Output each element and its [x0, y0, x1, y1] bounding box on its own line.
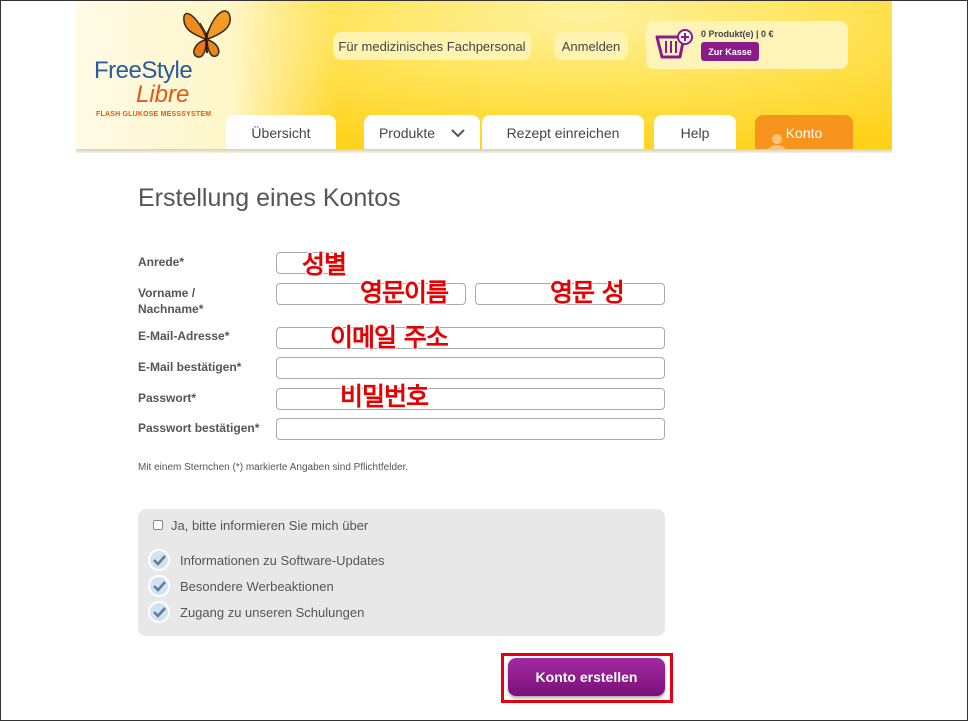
password-label: Passwort* [138, 391, 197, 405]
salutation-label: Anrede* [138, 255, 185, 269]
check-circle-icon [148, 601, 170, 623]
password-confirm-input[interactable] [276, 418, 665, 440]
chevron-down-icon[interactable] [451, 125, 465, 141]
logo-subtitle: FLASH GLUKOSE MESSSYSTEM [96, 111, 212, 118]
cart-summary: 0 Produkt(e) | 0 € [701, 29, 774, 39]
name-label: Vorname / Nachname* [138, 285, 203, 317]
check-circle-icon [148, 549, 170, 571]
newsletter-checkbox-label[interactable]: Ja, bitte informieren Sie mich über [171, 518, 368, 533]
cart-widget: 0 Produkt(e) | 0 € Zur Kasse [646, 21, 848, 69]
checkout-button[interactable]: Zur Kasse [701, 42, 759, 61]
email-confirm-label: E-Mail bestätigen* [138, 360, 242, 374]
email-label: E-Mail-Adresse* [138, 329, 230, 343]
list-item: Zugang zu unseren Schulungen [148, 601, 364, 623]
list-item: Besondere Werbeaktionen [148, 575, 334, 597]
professional-link[interactable]: Für medizinisches Fachpersonal [333, 32, 531, 60]
site-header: FreeStyle Libre FLASH GLUKOSE MESSSYSTEM… [76, 1, 892, 151]
name-label-line2: Nachname* [138, 302, 204, 316]
tab-products[interactable]: Produkte [364, 115, 480, 151]
newsletter-panel: Ja, bitte informieren Sie mich über Info… [138, 509, 665, 636]
annotation-salutation: 성별 [302, 250, 347, 279]
list-item: Informationen zu Software-Updates [148, 549, 385, 571]
email-confirm-input[interactable] [276, 357, 665, 379]
tab-prescription[interactable]: Rezept einreichen [482, 115, 644, 151]
newsletter-item-label: Zugang zu unseren Schulungen [180, 604, 365, 620]
newsletter-item-label: Besondere Werbeaktionen [180, 578, 334, 594]
newsletter-item-label: Informationen zu Software-Updates [180, 552, 385, 568]
annotation-email: 이메일 주소 [330, 323, 449, 352]
logo-freestyle-text: FreeStyle [94, 57, 193, 84]
password-input[interactable] [276, 388, 665, 410]
tab-overview[interactable]: Übersicht [226, 115, 336, 151]
header-divider [76, 149, 892, 153]
page-title: Erstellung eines Kontos [138, 184, 401, 212]
tab-overview-label: Übersicht [251, 125, 311, 141]
tab-account-label: Konto [785, 125, 823, 141]
annotation-last-name: 영문 성 [550, 278, 625, 307]
name-label-line1: Vorname / [138, 286, 196, 300]
newsletter-checkbox[interactable] [153, 520, 163, 530]
login-button[interactable]: Anmelden [554, 32, 628, 60]
freestyle-libre-logo[interactable]: FreeStyle Libre FLASH GLUKOSE MESSSYSTEM [94, 57, 212, 119]
create-account-button[interactable]: Konto erstellen [508, 658, 665, 696]
annotation-password: 비밀번호 [340, 382, 429, 411]
password-confirm-label: Passwort bestätigen* [138, 421, 260, 435]
required-note: Mit einem Sternchen (*) markierte Angabe… [138, 462, 409, 473]
tab-products-label: Produkte [378, 125, 436, 141]
check-circle-icon [148, 575, 170, 597]
tab-help-label: Help [680, 125, 710, 141]
tab-help[interactable]: Help [654, 115, 736, 151]
annotation-first-name: 영문이름 [360, 278, 449, 307]
tab-prescription-label: Rezept einreichen [506, 125, 620, 141]
logo-libre-text: Libre [136, 81, 190, 108]
tab-account[interactable]: Konto [755, 115, 853, 151]
cart-icon[interactable] [654, 27, 694, 68]
